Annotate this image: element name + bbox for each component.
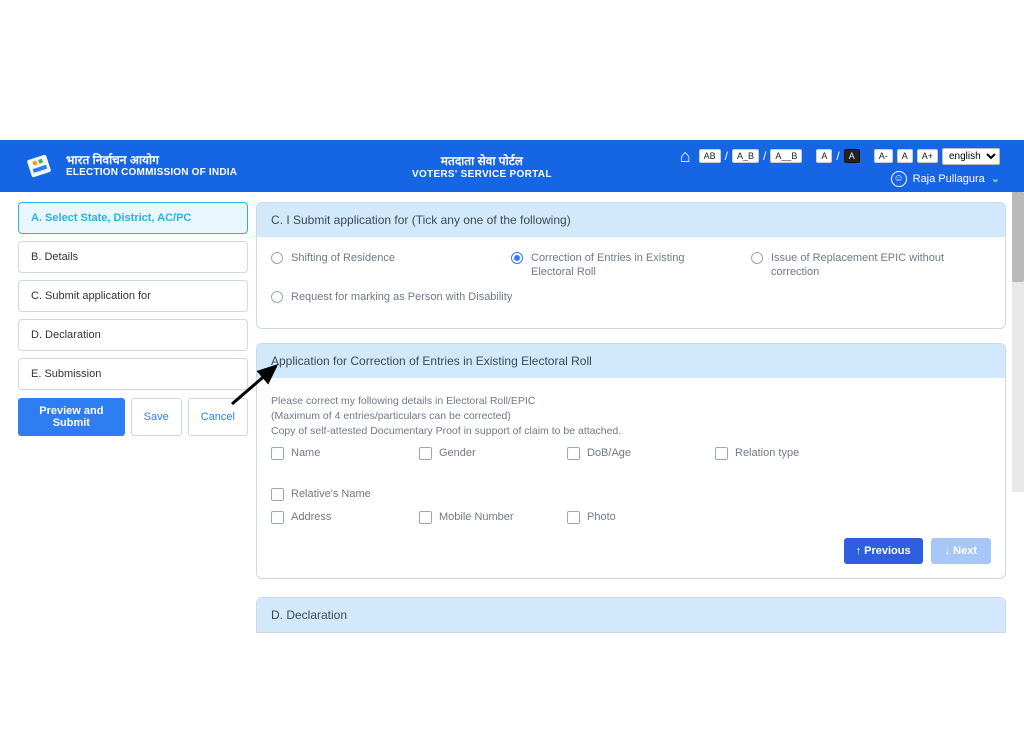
checkbox-icon bbox=[271, 488, 284, 501]
app-header: भारत निर्वाचन आयोग ELECTION COMMISSION O… bbox=[0, 140, 1024, 192]
opt-label: Correction of Entries in Existing Electo… bbox=[531, 251, 711, 280]
chk-photo[interactable]: Photo bbox=[567, 511, 687, 524]
portal-title-hi: मतदाता सेवा पोर्टल bbox=[284, 152, 680, 169]
step-sidebar: A. Select State, District, AC/PC B. Deta… bbox=[18, 202, 248, 436]
correction-note-2: (Maximum of 4 entries/particulars can be… bbox=[271, 410, 991, 422]
language-select[interactable]: english bbox=[942, 148, 1000, 165]
scrollbar[interactable] bbox=[1012, 192, 1024, 492]
chk-label: Mobile Number bbox=[439, 511, 514, 523]
chk-label: Relative's Name bbox=[291, 488, 371, 500]
font-tool-a_b[interactable]: A_B bbox=[732, 149, 759, 164]
chk-label: DoB/Age bbox=[587, 447, 631, 459]
scrollbar-thumb[interactable] bbox=[1012, 192, 1024, 282]
whitespace-above bbox=[0, 0, 1024, 140]
chk-gender[interactable]: Gender bbox=[419, 447, 539, 460]
font-tool-a__b[interactable]: A__B bbox=[770, 149, 802, 164]
chk-label: Relation type bbox=[735, 447, 799, 459]
user-name: Raja Pullagura bbox=[913, 173, 985, 185]
next-button[interactable]: ↓ Next bbox=[931, 538, 991, 564]
org-title-hi: भारत निर्वाचन आयोग bbox=[66, 153, 237, 167]
radio-icon bbox=[271, 252, 283, 264]
step-c[interactable]: C. Submit application for bbox=[18, 280, 248, 312]
opt-label: Shifting of Residence bbox=[291, 251, 395, 265]
slash: / bbox=[763, 149, 766, 163]
checkbox-icon bbox=[419, 511, 432, 524]
portal-title: मतदाता सेवा पोर्टल VOTERS' SERVICE PORTA… bbox=[284, 152, 680, 180]
org-block: भारत निर्वाचन आयोग ELECTION COMMISSION O… bbox=[24, 151, 284, 181]
radio-icon bbox=[751, 252, 763, 264]
correction-card: Application for Correction of Entries in… bbox=[256, 343, 1006, 579]
checkbox-icon bbox=[715, 447, 728, 460]
chk-label: Name bbox=[291, 447, 320, 459]
opt-correction[interactable]: Correction of Entries in Existing Electo… bbox=[511, 251, 711, 280]
opt-pwd-marking[interactable]: Request for marking as Person with Disab… bbox=[271, 290, 512, 304]
save-button[interactable]: Save bbox=[131, 398, 182, 436]
correction-title: Application for Correction of Entries in… bbox=[257, 344, 1005, 378]
form-content: C. I Submit application for (Tick any on… bbox=[256, 202, 1006, 653]
opt-label: Request for marking as Person with Disab… bbox=[291, 290, 512, 304]
chk-dob[interactable]: DoB/Age bbox=[567, 447, 687, 460]
chk-address[interactable]: Address bbox=[271, 511, 391, 524]
chk-label: Gender bbox=[439, 447, 476, 459]
chk-label: Photo bbox=[587, 511, 616, 523]
font-size-minus[interactable]: A- bbox=[874, 149, 893, 164]
step-a[interactable]: A. Select State, District, AC/PC bbox=[18, 202, 248, 234]
section-d-title: D. Declaration bbox=[257, 598, 1005, 632]
chevron-down-icon: ⌄ bbox=[991, 172, 1000, 185]
section-c-title: C. I Submit application for (Tick any on… bbox=[257, 203, 1005, 237]
checkbox-icon bbox=[271, 511, 284, 524]
step-b[interactable]: B. Details bbox=[18, 241, 248, 273]
correction-note-1: Please correct my following details in E… bbox=[271, 395, 991, 407]
opt-shifting[interactable]: Shifting of Residence bbox=[271, 251, 471, 280]
avatar-icon: ☺ bbox=[891, 171, 907, 187]
chk-relation-type[interactable]: Relation type bbox=[715, 447, 835, 460]
slash: / bbox=[725, 149, 728, 163]
cancel-button[interactable]: Cancel bbox=[188, 398, 248, 436]
preview-submit-button[interactable]: Preview and Submit bbox=[18, 398, 125, 436]
step-e[interactable]: E. Submission bbox=[18, 358, 248, 390]
opt-label: Issue of Replacement EPIC without correc… bbox=[771, 251, 951, 280]
user-menu[interactable]: ☺ Raja Pullagura ⌄ bbox=[891, 171, 1000, 187]
home-icon[interactable]: ⌂ bbox=[680, 146, 691, 167]
org-title-en: ELECTION COMMISSION OF INDIA bbox=[66, 167, 237, 179]
portal-title-en: VOTERS' SERVICE PORTAL bbox=[284, 169, 680, 180]
checkbox-icon bbox=[567, 511, 580, 524]
chk-relative-name[interactable]: Relative's Name bbox=[271, 488, 411, 501]
font-tool-ab[interactable]: AB bbox=[699, 149, 721, 164]
checkbox-icon bbox=[419, 447, 432, 460]
radio-icon bbox=[271, 291, 283, 303]
step-d[interactable]: D. Declaration bbox=[18, 319, 248, 351]
slash: / bbox=[836, 149, 839, 163]
contrast-dark[interactable]: A bbox=[844, 149, 860, 164]
eci-logo-icon bbox=[20, 147, 58, 185]
font-size-normal[interactable]: A bbox=[897, 149, 913, 164]
checkbox-icon bbox=[567, 447, 580, 460]
correction-note-3: Copy of self-attested Documentary Proof … bbox=[271, 425, 991, 437]
checkbox-icon bbox=[271, 447, 284, 460]
opt-replacement-epic[interactable]: Issue of Replacement EPIC without correc… bbox=[751, 251, 951, 280]
chk-label: Address bbox=[291, 511, 331, 523]
chk-name[interactable]: Name bbox=[271, 447, 391, 460]
chk-mobile[interactable]: Mobile Number bbox=[419, 511, 539, 524]
previous-button[interactable]: ↑ Previous bbox=[844, 538, 923, 564]
font-size-plus[interactable]: A+ bbox=[917, 149, 938, 164]
header-tools: ⌂ AB / A_B / A__B A / A A- A A+ english … bbox=[680, 146, 1000, 187]
main-layout: A. Select State, District, AC/PC B. Deta… bbox=[0, 192, 1024, 653]
section-d-card: D. Declaration bbox=[256, 597, 1006, 633]
contrast-light[interactable]: A bbox=[816, 149, 832, 164]
section-c-card: C. I Submit application for (Tick any on… bbox=[256, 202, 1006, 329]
radio-icon bbox=[511, 252, 523, 264]
